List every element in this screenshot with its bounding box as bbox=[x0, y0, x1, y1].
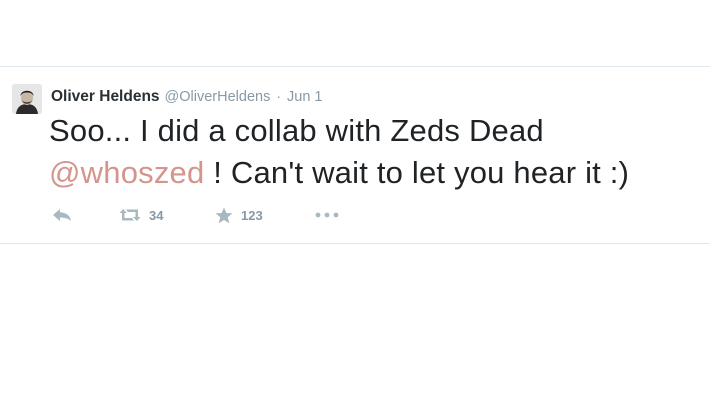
author-username[interactable]: @OliverHeldens bbox=[165, 87, 271, 107]
tweet-timestamp[interactable]: Jun 1 bbox=[287, 87, 322, 107]
retweet-count: 34 bbox=[149, 207, 164, 223]
favorite-count: 123 bbox=[241, 207, 263, 223]
more-button[interactable] bbox=[315, 206, 339, 224]
tweet-text-part1: Soo... I did a collab with Zeds Dead bbox=[49, 113, 544, 148]
tweet-text-part2: ! Can't wait to let you hear it :) bbox=[204, 155, 630, 190]
avatar[interactable] bbox=[12, 84, 42, 114]
reply-icon bbox=[53, 209, 71, 221]
tweet-header: Oliver Heldens @OliverHeldens · Jun 1 bbox=[51, 86, 323, 106]
page: Oliver Heldens @OliverHeldens · Jun 1 So… bbox=[0, 0, 710, 400]
header-separator: · bbox=[276, 88, 282, 104]
avatar-portrait-icon bbox=[12, 84, 42, 114]
favorite-button[interactable]: 123 bbox=[215, 206, 263, 224]
reply-button[interactable] bbox=[52, 206, 72, 224]
tweet-card[interactable]: Oliver Heldens @OliverHeldens · Jun 1 So… bbox=[0, 66, 710, 244]
more-dots-icon bbox=[315, 212, 339, 218]
author-fullname[interactable]: Oliver Heldens bbox=[51, 87, 160, 107]
mention-link[interactable]: @whoszed bbox=[49, 155, 204, 190]
retweet-icon bbox=[119, 209, 141, 221]
retweet-button[interactable]: 34 bbox=[119, 206, 163, 224]
tweet-text: Soo... I did a collab with Zeds Dead @who… bbox=[49, 110, 699, 194]
star-icon bbox=[215, 207, 233, 223]
